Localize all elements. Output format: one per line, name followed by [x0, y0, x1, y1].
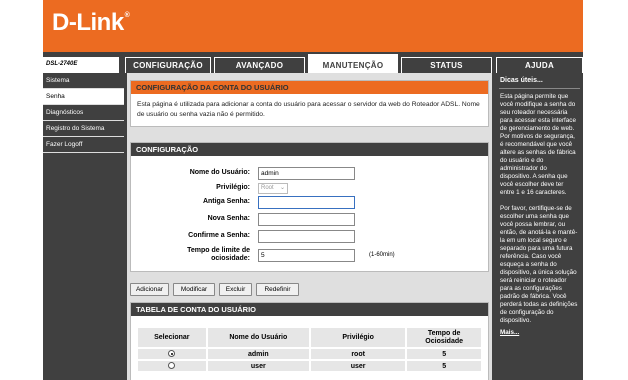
col-username: Nome do Usuário — [205, 326, 311, 349]
help-panel: Dicas úteis... Esta página permite que v… — [496, 73, 583, 380]
select-cell — [136, 347, 208, 361]
delete-button[interactable]: Excluir — [219, 283, 252, 296]
sidebar: Sistema Senha Diagnósticos Registro do S… — [43, 73, 124, 380]
tab-avancado[interactable]: AVANÇADO — [214, 57, 305, 73]
idle-cell: 5 — [405, 359, 483, 373]
sidebar-item-logoff[interactable]: Fazer Logoff — [43, 137, 124, 153]
table-row: admin root 5 — [136, 347, 483, 361]
timeout-label: Tempo de limite de ociosidade: — [187, 247, 250, 262]
idle-cell: 5 — [405, 347, 483, 361]
col-select: Selecionar — [136, 326, 208, 349]
sidebar-item-sistema[interactable]: Sistema — [43, 73, 124, 89]
row-radio-user[interactable] — [168, 362, 176, 370]
confirm-password-input[interactable] — [258, 230, 355, 243]
tab-ajuda[interactable]: AJUDA — [496, 57, 583, 73]
user-cell: admin — [205, 347, 311, 361]
router-admin-frame: D-Link® DSL-2740E CONFIGURAÇÃO AVANÇADO … — [43, 0, 583, 380]
privilege-label: Privilégio: — [216, 184, 250, 191]
username-row: Nome do Usuário: — [131, 167, 490, 181]
help-title: Dicas úteis... — [500, 77, 543, 84]
account-table-panel: TABELA DE CONTA DO USUÁRIO Selecionar No… — [130, 302, 489, 380]
sidebar-item-diagnosticos[interactable]: Diagnósticos — [43, 105, 124, 121]
privilege-row: Privilégio: Root ⌄ — [131, 182, 490, 196]
timeout-row: Tempo de limite deociosidade: (1-60min) — [131, 247, 490, 263]
new-password-input[interactable] — [258, 213, 355, 226]
help-paragraph-1: Esta página permite que você modifique a… — [500, 93, 576, 196]
intro-panel: CONFIGURAÇÃO DA CONTA DO USUÁRIO Esta pá… — [130, 80, 489, 127]
col-privilege: Privilégio — [308, 326, 408, 349]
help-more-link[interactable]: Mais... — [496, 325, 583, 337]
sidebar-item-registro[interactable]: Registro do Sistema — [43, 121, 124, 137]
sidebar-item-senha[interactable]: Senha — [43, 89, 124, 105]
table-header-row: Selecionar Nome do Usuário Privilégio Te… — [136, 326, 483, 349]
user-cell: user — [205, 359, 311, 373]
help-paragraph-2: Por favor, certifique-se de escolher uma… — [500, 205, 578, 324]
privilege-cell: user — [308, 359, 408, 373]
intro-title: CONFIGURAÇÃO DA CONTA DO USUÁRIO — [131, 81, 488, 94]
brand-header: D-Link® — [43, 0, 583, 52]
timeout-input[interactable] — [258, 249, 355, 262]
account-table-title: TABELA DE CONTA DO USUÁRIO — [131, 303, 488, 316]
chevron-down-icon: ⌄ — [279, 185, 285, 191]
username-input[interactable] — [258, 167, 355, 180]
new-password-label: Nova Senha: — [207, 215, 250, 222]
model-label: DSL-2740E — [43, 57, 122, 73]
confirm-password-label: Confirme a Senha: — [188, 232, 250, 239]
add-button[interactable]: Adicionar — [130, 283, 169, 296]
main-content: CONFIGURAÇÃO DA CONTA DO USUÁRIO Esta pá… — [127, 73, 492, 380]
confirm-password-row: Confirme a Senha: — [131, 230, 490, 244]
modify-button[interactable]: Modificar — [173, 283, 215, 296]
select-cell — [136, 359, 208, 373]
timeout-unit: (1-60min) — [369, 252, 395, 258]
config-title: CONFIGURAÇÃO — [131, 143, 488, 156]
table-row: user user 5 — [136, 359, 483, 373]
privilege-select[interactable]: Root ⌄ — [258, 183, 288, 194]
old-password-row: Antiga Senha: — [131, 196, 490, 210]
row-radio-admin[interactable] — [168, 350, 176, 358]
col-idle: Tempo de Ociosidade — [405, 326, 483, 349]
new-password-row: Nova Senha: — [131, 213, 490, 227]
intro-text: Esta página é utilizada para adicionar a… — [137, 101, 480, 118]
account-table: Selecionar Nome do Usuário Privilégio Te… — [136, 326, 483, 373]
old-password-input[interactable] — [258, 196, 355, 209]
username-label: Nome do Usuário: — [189, 169, 250, 176]
tab-manutencao[interactable]: MANUTENÇÃO — [308, 54, 398, 73]
tab-configuracao[interactable]: CONFIGURAÇÃO — [125, 57, 211, 73]
tab-status[interactable]: STATUS — [401, 57, 492, 73]
top-nav: DSL-2740E CONFIGURAÇÃO AVANÇADO MANUTENÇ… — [43, 54, 583, 73]
old-password-label: Antiga Senha: — [202, 198, 250, 205]
config-panel: CONFIGURAÇÃO Nome do Usuário: Privilégio… — [130, 142, 489, 272]
privilege-cell: root — [308, 347, 408, 361]
reset-button[interactable]: Redefinir — [256, 283, 299, 296]
dlink-logo: D-Link® — [52, 9, 130, 36]
